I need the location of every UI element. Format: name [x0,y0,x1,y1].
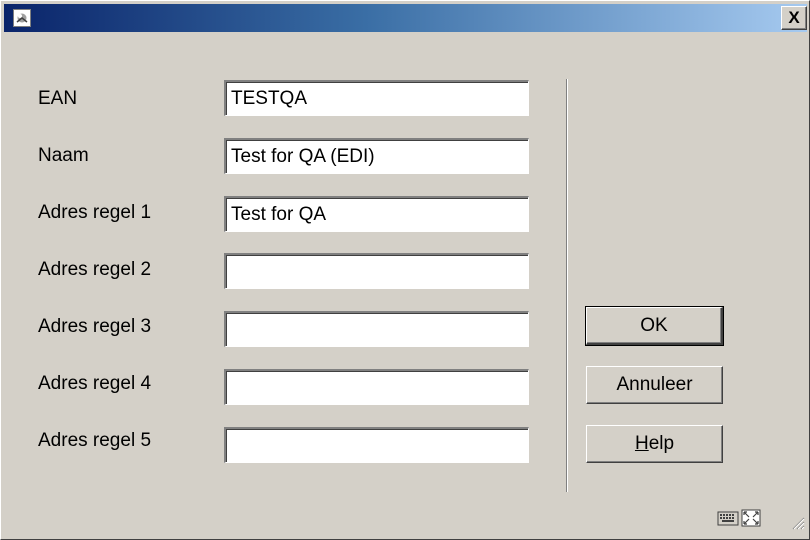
vertical-separator [566,79,568,492]
adres4-label: Adres regel 4 [38,373,152,394]
cancel-button[interactable]: Annuleer [586,366,723,404]
dialog-window: X EAN Naam Adres regel 1 Adres regel 2 A… [0,0,810,540]
adres5-label: Adres regel 5 [38,430,152,451]
fullscreen-icon[interactable] [741,509,761,532]
adres2-label: Adres regel 2 [38,259,152,280]
help-button[interactable]: Help [586,425,723,463]
adres1-label: Adres regel 1 [38,202,152,223]
naam-label: Naam [38,145,89,166]
close-icon: X [788,8,800,27]
keyboard-icon[interactable] [717,509,739,532]
adres1-field[interactable]: Test for QA [224,196,529,232]
title-bar[interactable]: X [4,4,807,32]
help-button-label: elp [648,433,675,454]
adres4-field[interactable] [224,369,529,405]
resize-grip-icon[interactable] [791,514,805,535]
adres2-field[interactable] [224,253,529,289]
adres5-field[interactable] [224,427,529,463]
ean-field[interactable]: TESTQA [224,80,529,116]
adres3-label: Adres regel 3 [38,316,152,337]
cancel-button-label: Annuleer [616,374,693,395]
adres3-field[interactable] [224,311,529,347]
ok-button-label: OK [640,315,668,336]
naam-field[interactable]: Test for QA (EDI) [224,138,529,174]
help-button-accelerator: H [634,433,649,454]
close-button[interactable]: X [781,6,807,30]
app-icon[interactable] [13,9,31,27]
ok-button[interactable]: OK [585,306,724,346]
ean-label: EAN [38,88,78,109]
